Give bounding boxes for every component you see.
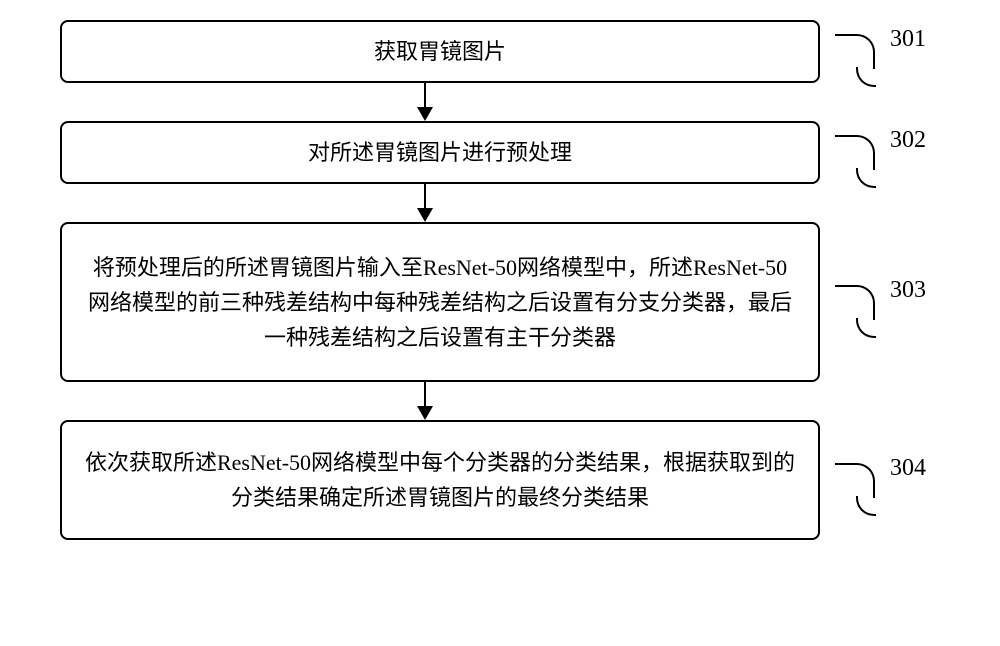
step-4-text: 依次获取所述ResNet-50网络模型中每个分类器的分类结果，根据获取到的分类结… <box>82 445 798 515</box>
step-2-row: 对所述胃镜图片进行预处理 302 <box>40 121 960 184</box>
callout-curve-icon <box>835 463 875 498</box>
arrow-line-icon <box>424 83 426 107</box>
step-4-box: 依次获取所述ResNet-50网络模型中每个分类器的分类结果，根据获取到的分类结… <box>60 420 820 540</box>
step-4-label: 304 <box>890 455 926 482</box>
step-3-callout: 303 <box>835 285 875 320</box>
step-2-callout: 302 <box>835 135 875 170</box>
callout-curve-icon <box>835 135 875 170</box>
arrow-1 <box>417 83 433 121</box>
arrow-line-icon <box>424 382 426 406</box>
step-1-row: 获取胃镜图片 301 <box>40 20 960 83</box>
step-3-text: 将预处理后的所述胃镜图片输入至ResNet-50网络模型中，所述ResNet-5… <box>82 250 798 356</box>
callout-curve-icon <box>835 285 875 320</box>
arrow-line-icon <box>424 184 426 208</box>
step-3-row: 将预处理后的所述胃镜图片输入至ResNet-50网络模型中，所述ResNet-5… <box>40 222 960 382</box>
step-4-callout: 304 <box>835 463 875 498</box>
arrow-head-icon <box>417 406 433 420</box>
step-4-row: 依次获取所述ResNet-50网络模型中每个分类器的分类结果，根据获取到的分类结… <box>40 420 960 540</box>
flowchart: 获取胃镜图片 301 对所述胃镜图片进行预处理 302 将预处理后的所述胃镜图片… <box>40 20 960 540</box>
step-2-label: 302 <box>890 127 926 154</box>
step-2-box: 对所述胃镜图片进行预处理 <box>60 121 820 184</box>
step-1-text: 获取胃镜图片 <box>374 34 506 69</box>
step-1-callout: 301 <box>835 34 875 69</box>
arrow-head-icon <box>417 107 433 121</box>
arrow-2 <box>417 184 433 222</box>
arrow-3 <box>417 382 433 420</box>
step-3-label: 303 <box>890 277 926 304</box>
arrow-head-icon <box>417 208 433 222</box>
step-3-box: 将预处理后的所述胃镜图片输入至ResNet-50网络模型中，所述ResNet-5… <box>60 222 820 382</box>
step-1-box: 获取胃镜图片 <box>60 20 820 83</box>
callout-curve-icon <box>835 34 875 69</box>
step-2-text: 对所述胃镜图片进行预处理 <box>308 135 572 170</box>
step-1-label: 301 <box>890 26 926 53</box>
